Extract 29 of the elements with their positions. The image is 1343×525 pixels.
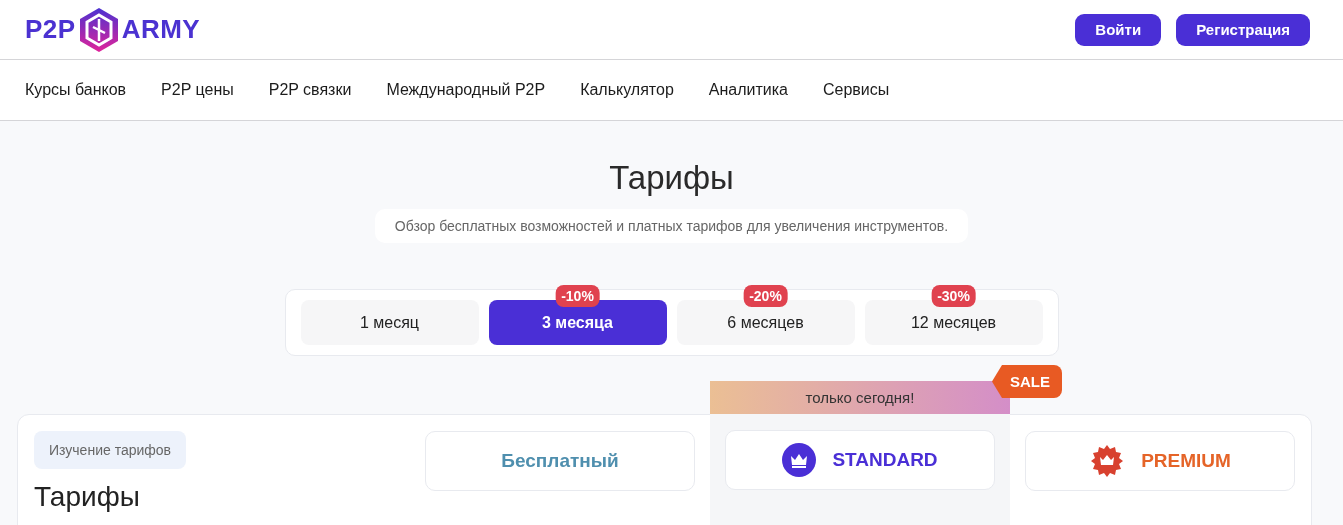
section-tag: Изучение тарифов [34, 431, 187, 469]
plan-name: STANDARD [832, 449, 938, 471]
plan-name: PREMIUM [1141, 450, 1231, 472]
page-subtitle: Обзор бесплатных возможностей и платных тарифов для увеличения инструментов. [374, 209, 969, 243]
discount-badge: -10% [555, 285, 600, 307]
page-title: Тарифы [609, 159, 734, 197]
nav-link[interactable]: Международный P2P [386, 81, 546, 99]
cube-logo-icon [78, 6, 119, 53]
nav-link[interactable]: Калькулятор [580, 81, 674, 99]
login-button[interactable]: Войти [1075, 13, 1162, 46]
period-tab[interactable]: 12 месяцев [864, 300, 1043, 345]
plan-name: Бесплатный [501, 450, 619, 472]
period-tab[interactable]: 1 месяц [300, 300, 479, 345]
register-button[interactable]: Регистрация [1176, 13, 1310, 46]
logo-text[interactable]: P2P [25, 14, 76, 45]
promo-banner: только сегодня! [710, 381, 1010, 414]
period-tab[interactable]: 3 месяца [488, 300, 667, 345]
nav-link[interactable]: Аналитика [708, 81, 788, 99]
nav-link[interactable]: P2P связки [268, 81, 352, 99]
card-heading: Тарифы [34, 481, 140, 514]
nav-link[interactable]: P2P цены [161, 81, 234, 99]
sale-badge: SALE [992, 365, 1062, 398]
discount-badge: -30% [931, 285, 976, 307]
nav-link[interactable]: Сервисы [823, 81, 890, 99]
logo-text[interactable]: ARMY [121, 14, 201, 45]
discount-badge: -20% [743, 285, 788, 307]
period-tab[interactable]: 6 месяцев [676, 300, 855, 345]
nav-link[interactable]: Курсы банков [25, 81, 127, 99]
crown-icon [782, 443, 817, 477]
